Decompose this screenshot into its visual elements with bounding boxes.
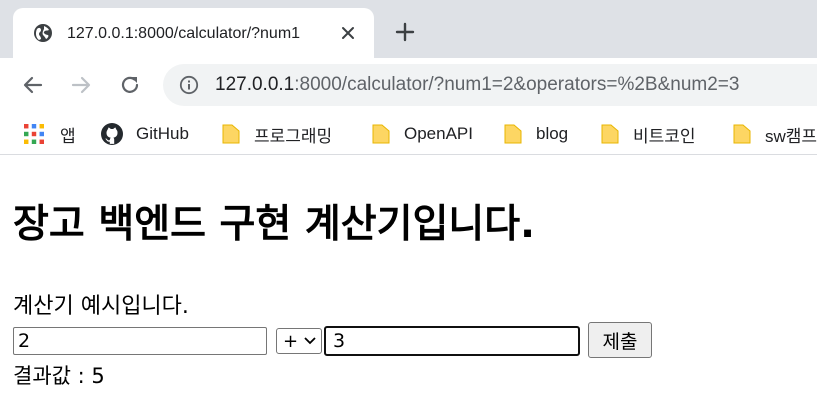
folder-icon	[372, 124, 390, 144]
bookmark-github[interactable]: GitHub	[101, 120, 189, 148]
bookmark-folder-swcamp[interactable]: sw캠프	[733, 120, 817, 148]
tab-strip: 127.0.0.1:8000/calculator/?num1	[0, 0, 817, 58]
page-title: 장고 백엔드 구현 계산기입니다.	[13, 202, 535, 247]
bookmark-folder-openapi[interactable]: OpenAPI	[372, 120, 473, 148]
page-content: 장고 백엔드 구현 계산기입니다. 계산기 예시입니다. + 제출 결과값 : …	[0, 155, 817, 401]
operator-select[interactable]: +	[276, 328, 322, 354]
bookmark-label: sw캠프	[765, 126, 817, 146]
bookmark-label: 프로그래밍	[254, 126, 333, 146]
bookmark-folder-programming[interactable]: 프로그래밍	[222, 120, 332, 148]
page-description: 계산기 예시입니다.	[13, 294, 189, 319]
plus-icon[interactable]	[395, 22, 415, 42]
bookmark-label: GitHub	[136, 124, 189, 143]
forward-arrow-icon[interactable]	[70, 74, 92, 96]
bookmarks-bar: 앱 GitHub 프로그래밍 OpenAPI blog 비트코인 sw캠프	[0, 114, 817, 155]
apps-grid-icon	[24, 124, 44, 144]
info-icon[interactable]	[179, 75, 199, 95]
num1-input[interactable]	[13, 327, 267, 355]
result-text: 결과값 : 5	[13, 364, 105, 388]
submit-button[interactable]: 제출	[588, 322, 652, 358]
operator-selected-value: +	[283, 330, 299, 352]
browser-toolbar: 127.0.0.1:8000/calculator/?num1=2&operat…	[0, 58, 817, 114]
num2-input[interactable]	[324, 326, 580, 356]
folder-icon	[222, 124, 240, 144]
address-bar[interactable]: 127.0.0.1:8000/calculator/?num1=2&operat…	[163, 64, 817, 106]
bookmark-folder-blog[interactable]: blog	[504, 120, 568, 148]
globe-icon	[34, 24, 52, 42]
folder-icon	[601, 124, 619, 144]
bookmark-apps[interactable]: 앱	[24, 120, 76, 148]
tab-title: 127.0.0.1:8000/calculator/?num1	[67, 25, 301, 42]
bookmark-label: 앱	[60, 126, 76, 146]
back-arrow-icon[interactable]	[22, 74, 44, 96]
bookmark-label: 비트코인	[633, 126, 696, 146]
folder-icon	[504, 124, 522, 144]
url-path: :8000/calculator/?num1=2&operators=%2B&n…	[294, 74, 740, 95]
folder-icon	[733, 124, 751, 144]
browser-tab[interactable]: 127.0.0.1:8000/calculator/?num1	[13, 8, 374, 58]
chevron-down-icon	[304, 337, 316, 345]
bookmark-folder-bitcoin[interactable]: 비트코인	[601, 120, 696, 148]
reload-icon[interactable]	[119, 74, 141, 96]
bookmark-label: blog	[536, 124, 569, 143]
url-host: 127.0.0.1	[215, 74, 295, 95]
close-icon[interactable]	[340, 25, 356, 41]
bookmark-label: OpenAPI	[404, 124, 473, 143]
github-icon	[101, 123, 123, 145]
url-text: 127.0.0.1:8000/calculator/?num1=2&operat…	[215, 73, 739, 97]
